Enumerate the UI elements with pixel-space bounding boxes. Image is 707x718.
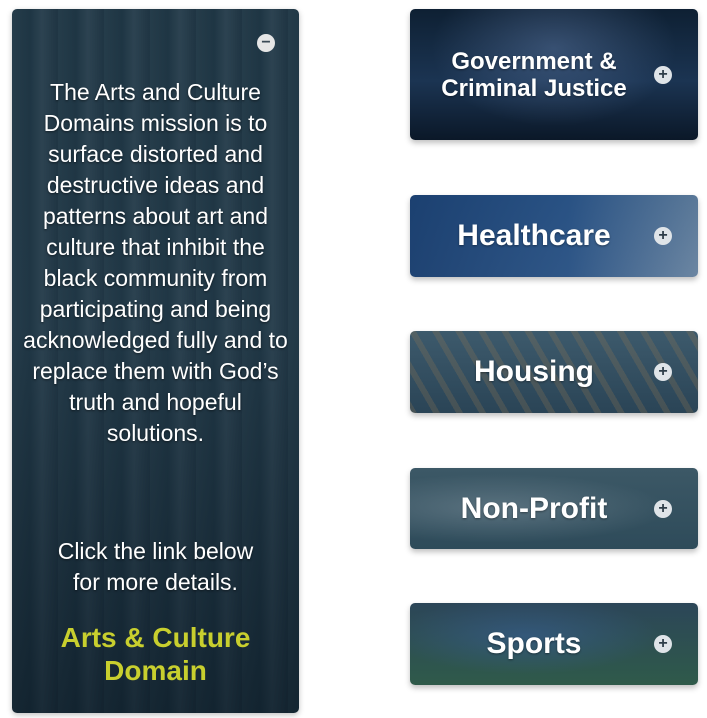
plus-circle-icon[interactable]: +: [654, 227, 672, 245]
click-note: Click the link below for more details.: [57, 538, 254, 595]
domain-card-government[interactable]: Government & Criminal Justice +: [410, 9, 698, 140]
domain-card-title: Housing: [474, 355, 594, 388]
domain-card-housing[interactable]: Housing +: [410, 331, 698, 413]
minus-circle-icon[interactable]: −: [257, 34, 275, 52]
mission-text: The Arts and Culture Domains mission is …: [23, 79, 288, 446]
domain-card-healthcare[interactable]: Healthcare +: [410, 195, 698, 277]
arts-culture-panel: − The Arts and Culture Domains mission i…: [12, 9, 299, 713]
plus-circle-icon[interactable]: +: [654, 65, 672, 84]
domain-card-sports[interactable]: Sports +: [410, 603, 698, 685]
domain-card-non-profit[interactable]: Non-Profit +: [410, 468, 698, 549]
plus-circle-icon[interactable]: +: [654, 499, 672, 518]
plus-circle-icon[interactable]: +: [654, 363, 672, 381]
domain-card-title: Non-Profit: [460, 491, 608, 525]
arts-culture-domain-link[interactable]: Arts & Culture Domain: [12, 621, 299, 687]
domain-card-title: Healthcare: [457, 219, 611, 252]
domain-card-title: Government & Criminal Justice: [441, 47, 627, 102]
plus-circle-icon[interactable]: +: [654, 635, 672, 653]
domain-card-title: Sports: [486, 627, 582, 660]
